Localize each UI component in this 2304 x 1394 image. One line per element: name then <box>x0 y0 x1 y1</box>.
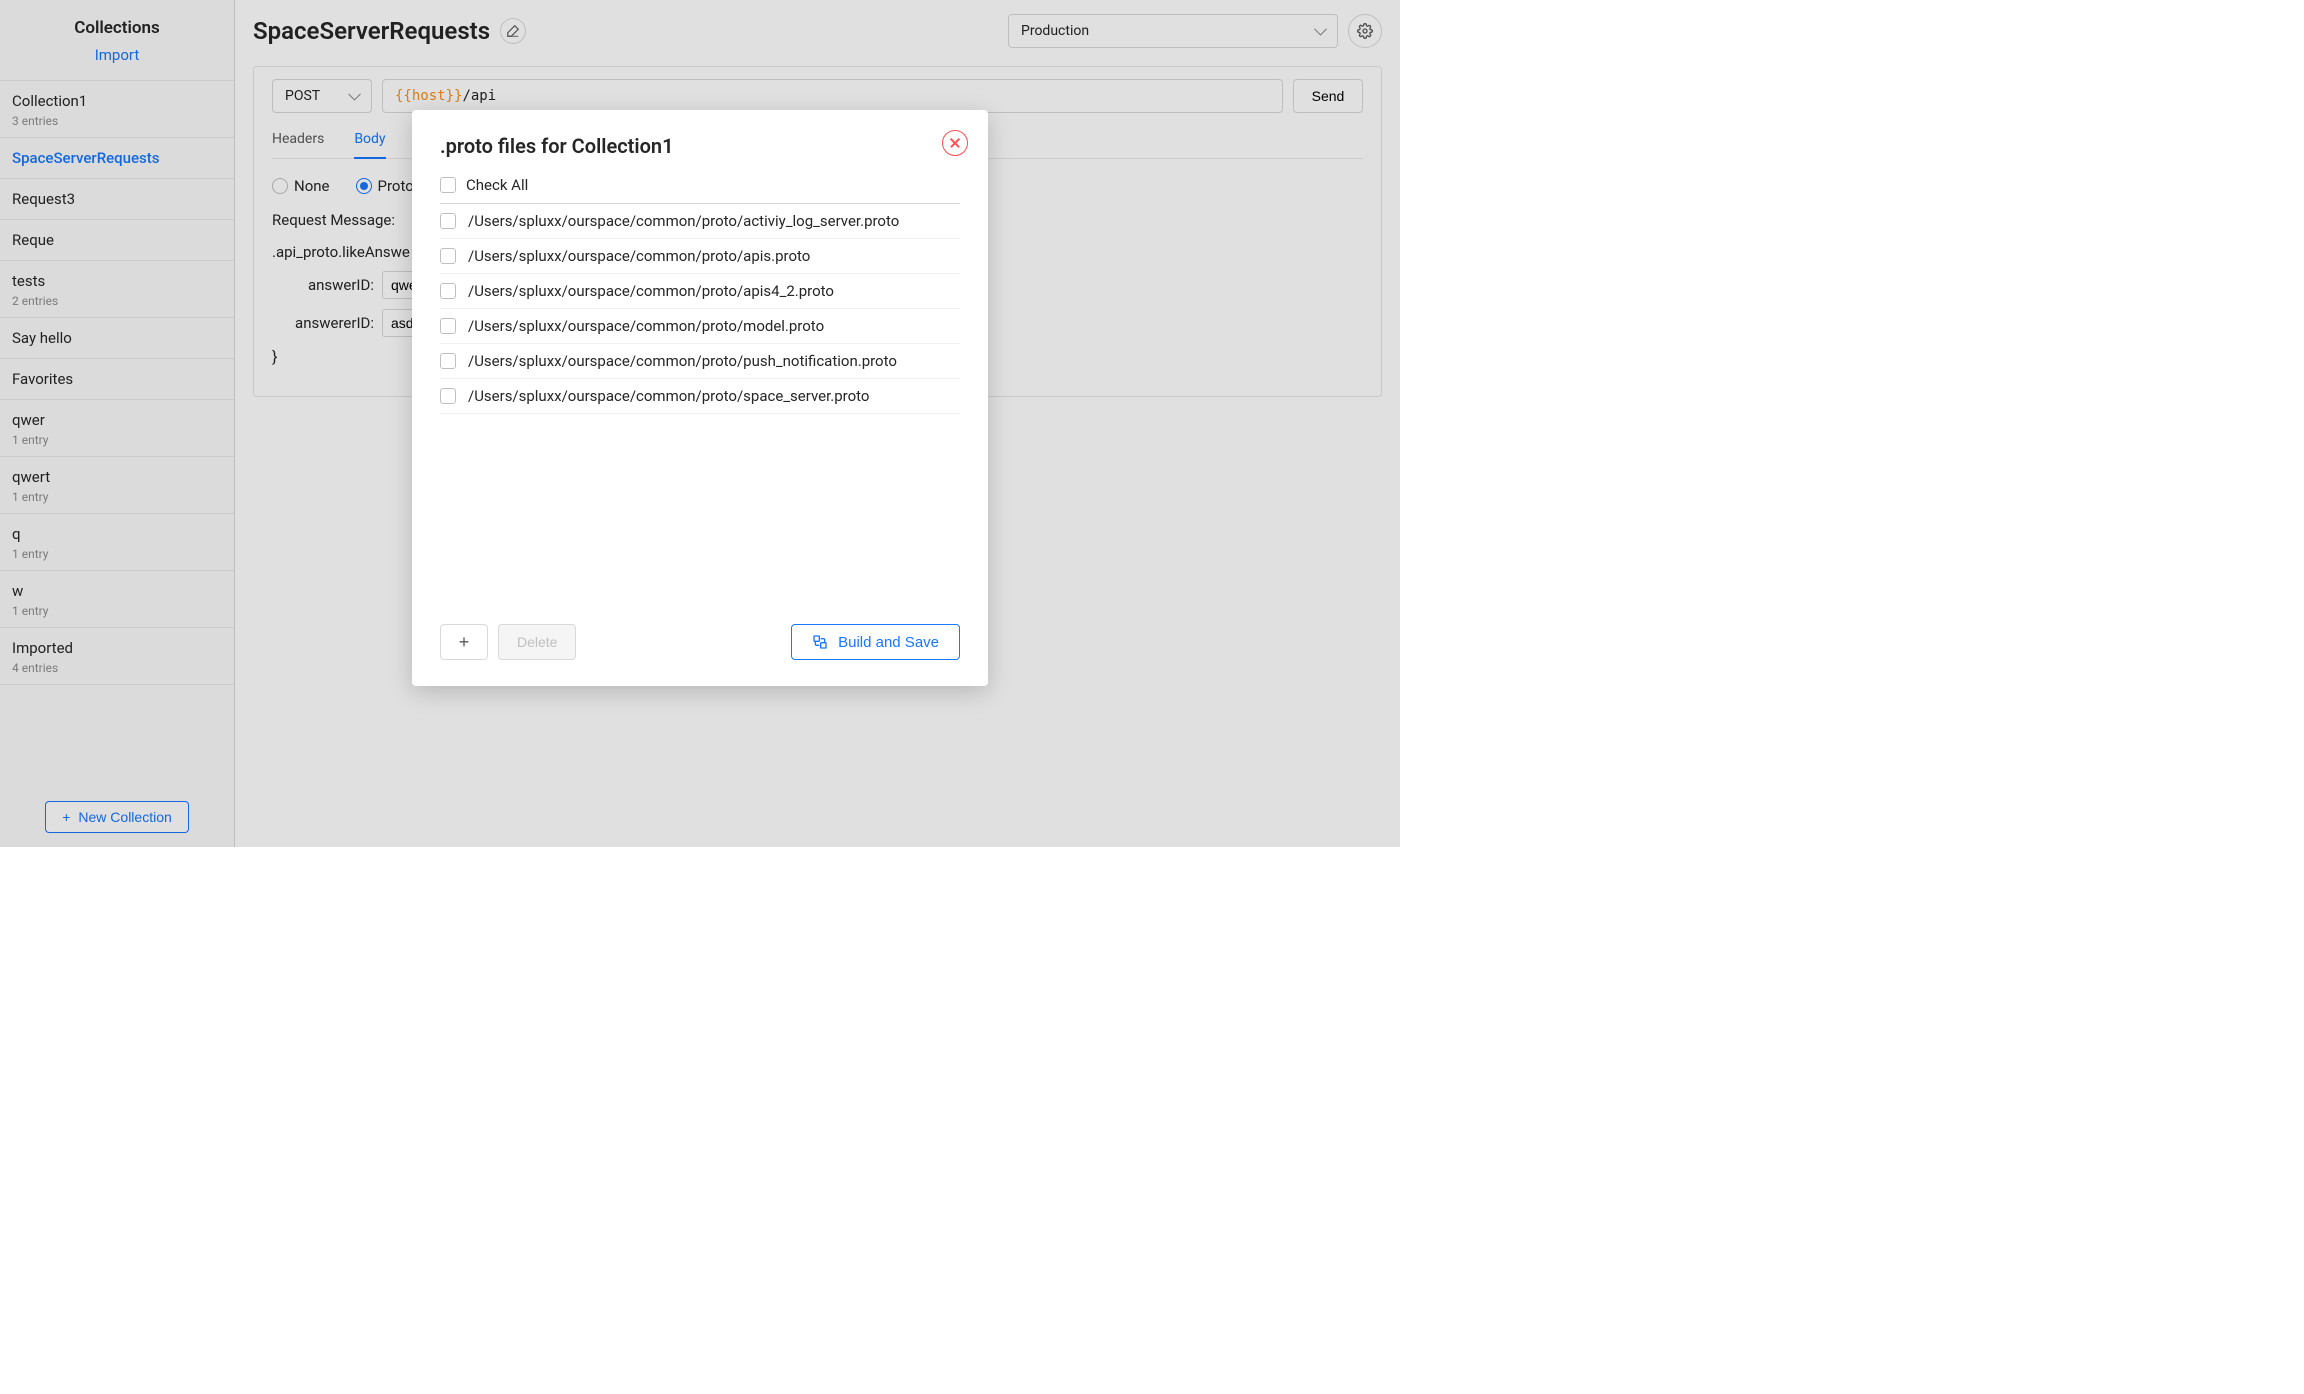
modal-footer: + Delete Build and Save <box>440 624 960 660</box>
file-path: /Users/spluxx/ourspace/common/proto/mode… <box>468 317 824 335</box>
file-path: /Users/spluxx/ourspace/common/proto/apis… <box>468 282 834 300</box>
file-row[interactable]: /Users/spluxx/ourspace/common/proto/spac… <box>440 379 960 414</box>
modal-overlay[interactable]: .proto files for Collection1 Check All /… <box>0 0 1400 847</box>
build-save-label: Build and Save <box>838 634 939 651</box>
file-list: /Users/spluxx/ourspace/common/proto/acti… <box>440 204 960 414</box>
checkbox-icon[interactable] <box>440 283 456 299</box>
file-path: /Users/spluxx/ourspace/common/proto/apis… <box>468 247 810 265</box>
file-row[interactable]: /Users/spluxx/ourspace/common/proto/acti… <box>440 204 960 239</box>
file-row[interactable]: /Users/spluxx/ourspace/common/proto/mode… <box>440 309 960 344</box>
plus-icon: + <box>459 632 470 653</box>
checkbox-icon[interactable] <box>440 318 456 334</box>
file-row[interactable]: /Users/spluxx/ourspace/common/proto/push… <box>440 344 960 379</box>
modal-title: .proto files for Collection1 <box>440 134 960 158</box>
modal-close-button[interactable] <box>942 130 968 156</box>
delete-button[interactable]: Delete <box>498 624 576 660</box>
file-path: /Users/spluxx/ourspace/common/proto/spac… <box>468 387 869 405</box>
add-file-button[interactable]: + <box>440 624 488 660</box>
checkbox-icon[interactable] <box>440 177 456 193</box>
check-all-label: Check All <box>466 176 528 194</box>
checkbox-icon[interactable] <box>440 388 456 404</box>
proto-files-modal: .proto files for Collection1 Check All /… <box>412 110 988 686</box>
file-path: /Users/spluxx/ourspace/common/proto/push… <box>468 352 897 370</box>
build-icon <box>812 634 828 650</box>
modal-spacer <box>440 414 960 604</box>
checkbox-icon[interactable] <box>440 248 456 264</box>
app-root: Collections Import Collection13 entriesS… <box>0 0 1400 847</box>
file-row[interactable]: /Users/spluxx/ourspace/common/proto/apis… <box>440 274 960 309</box>
check-all-row[interactable]: Check All <box>440 176 960 204</box>
checkbox-icon[interactable] <box>440 213 456 229</box>
checkbox-icon[interactable] <box>440 353 456 369</box>
file-path: /Users/spluxx/ourspace/common/proto/acti… <box>468 212 899 230</box>
build-save-button[interactable]: Build and Save <box>791 624 960 660</box>
file-row[interactable]: /Users/spluxx/ourspace/common/proto/apis… <box>440 239 960 274</box>
